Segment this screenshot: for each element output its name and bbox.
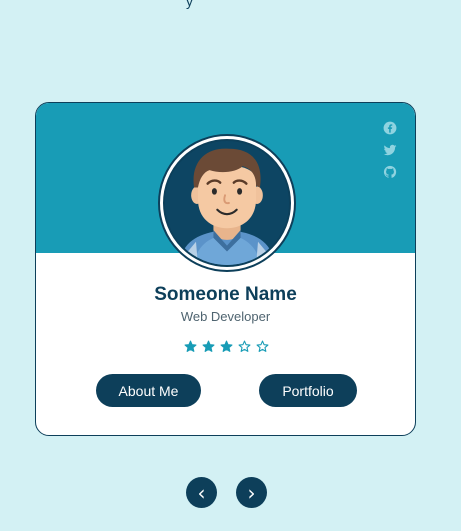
github-icon[interactable] bbox=[383, 165, 397, 179]
star-filled-icon bbox=[184, 340, 197, 352]
avatar-image bbox=[163, 139, 291, 267]
social-links bbox=[383, 121, 397, 179]
next-button[interactable]: › bbox=[236, 477, 267, 508]
profile-card: Someone Name Web Developer About Me Port… bbox=[35, 102, 416, 436]
cropped-heading-text: y bbox=[186, 0, 193, 9]
profile-name: Someone Name bbox=[154, 284, 297, 305]
star-filled-icon bbox=[202, 340, 215, 352]
rating-stars bbox=[184, 340, 269, 353]
profile-role: Web Developer bbox=[180, 309, 271, 324]
facebook-icon[interactable] bbox=[383, 121, 397, 135]
avatar bbox=[158, 134, 296, 272]
previous-button[interactable]: ‹ bbox=[186, 477, 217, 508]
developer-avatar-icon bbox=[165, 141, 289, 265]
star-empty-icon bbox=[256, 340, 269, 352]
portfolio-button[interactable]: Portfolio bbox=[259, 374, 357, 407]
star-filled-icon bbox=[220, 340, 233, 352]
star-empty-icon bbox=[238, 340, 251, 352]
twitter-icon[interactable] bbox=[383, 143, 397, 157]
about-me-button[interactable]: About Me bbox=[96, 374, 201, 407]
